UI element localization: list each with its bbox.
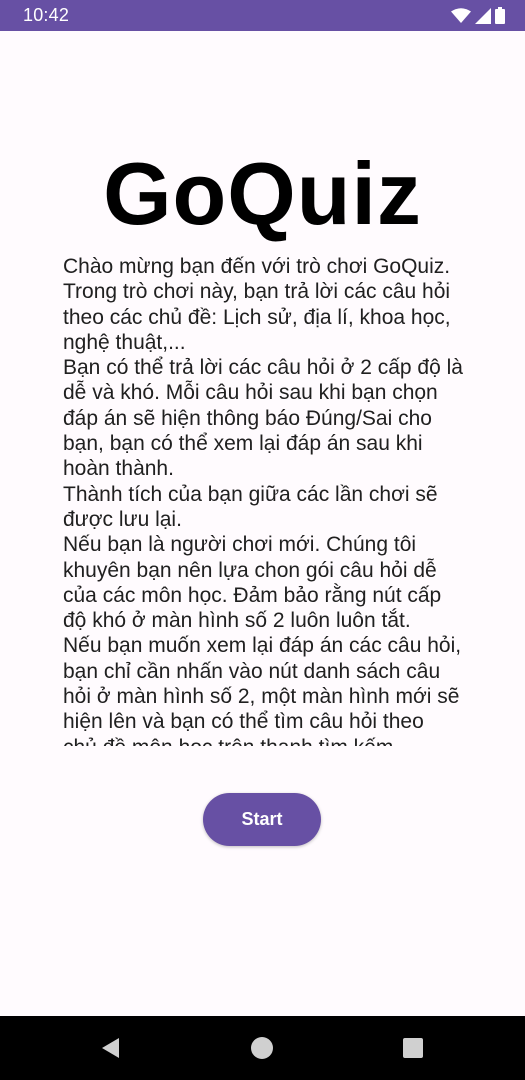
status-bar: 10:42 xyxy=(0,0,525,31)
status-icons xyxy=(451,7,505,24)
navigation-bar xyxy=(0,1016,525,1080)
recents-icon[interactable] xyxy=(401,1036,425,1060)
intro-text: Chào mừng bạn đến với trò chơi GoQuiz. T… xyxy=(63,255,463,746)
back-icon[interactable] xyxy=(99,1036,123,1060)
home-icon[interactable] xyxy=(250,1036,274,1060)
app-title: GoQuiz xyxy=(103,144,422,243)
start-button[interactable]: Start xyxy=(203,793,321,846)
intro-scroll-area[interactable]: Chào mừng bạn đến với trò chơi GoQuiz. T… xyxy=(63,254,463,746)
cell-signal-icon xyxy=(475,7,491,24)
battery-icon xyxy=(495,7,505,24)
wifi-icon xyxy=(451,7,471,24)
status-time: 10:42 xyxy=(23,5,70,25)
